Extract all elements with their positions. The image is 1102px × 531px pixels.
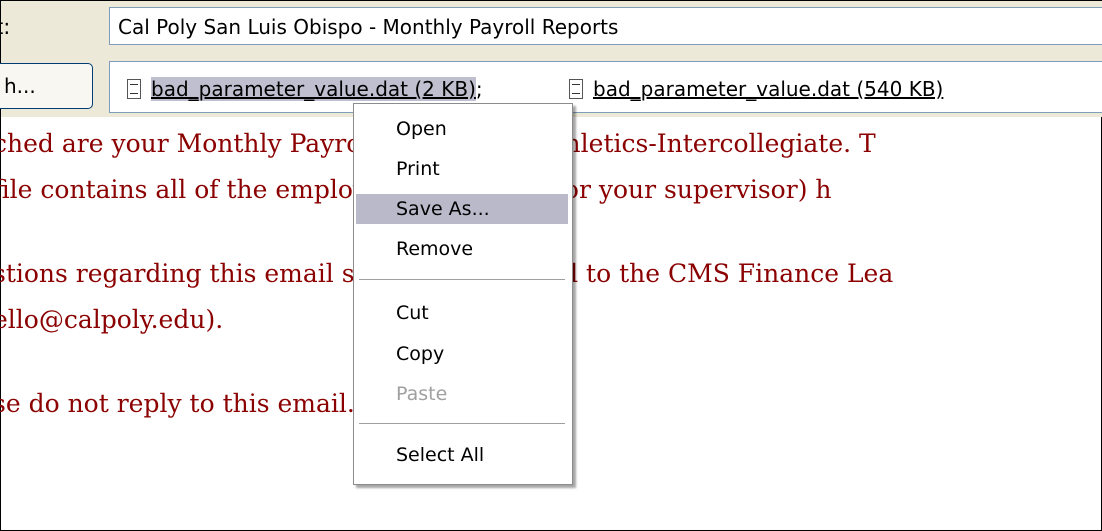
attachment-name[interactable]: bad_parameter_value.dat (2 KB) <box>151 77 476 101</box>
attachment-name[interactable]: bad_parameter_value.dat (540 KB) <box>593 77 943 101</box>
attachment-item[interactable]: bad_parameter_value.dat (540 KB) <box>569 77 943 101</box>
file-icon <box>127 79 141 99</box>
subject-field[interactable]: Cal Poly San Luis Obispo - Monthly Payro… <box>109 7 1102 45</box>
context-menu: Open Print Save As... Remove Cut Copy Pa… <box>353 103 573 485</box>
message-window: t: Cal Poly San Luis Obispo - Monthly Pa… <box>0 0 1102 531</box>
menu-item-open[interactable]: Open <box>356 114 568 144</box>
menu-separator <box>359 279 565 281</box>
menu-item-print[interactable]: Print <box>356 154 568 184</box>
subject-label: t: <box>0 15 11 39</box>
attach-button[interactable]: h... <box>0 63 93 109</box>
attachment-separator: ; <box>475 77 483 101</box>
menu-separator <box>359 423 565 425</box>
body-text-line: se do not reply to this email. <box>0 389 355 418</box>
menu-item-copy[interactable]: Copy <box>356 339 568 369</box>
menu-item-remove[interactable]: Remove <box>356 234 568 264</box>
attachment-item[interactable]: bad_parameter_value.dat (2 KB); <box>127 77 483 101</box>
menu-item-save-as[interactable]: Save As... <box>356 194 568 224</box>
body-text-line: ello@calpoly.edu). <box>0 305 224 334</box>
file-icon <box>569 79 583 99</box>
menu-item-cut[interactable]: Cut <box>356 298 568 328</box>
menu-item-select-all[interactable]: Select All <box>356 440 568 470</box>
menu-item-paste: Paste <box>396 383 448 405</box>
